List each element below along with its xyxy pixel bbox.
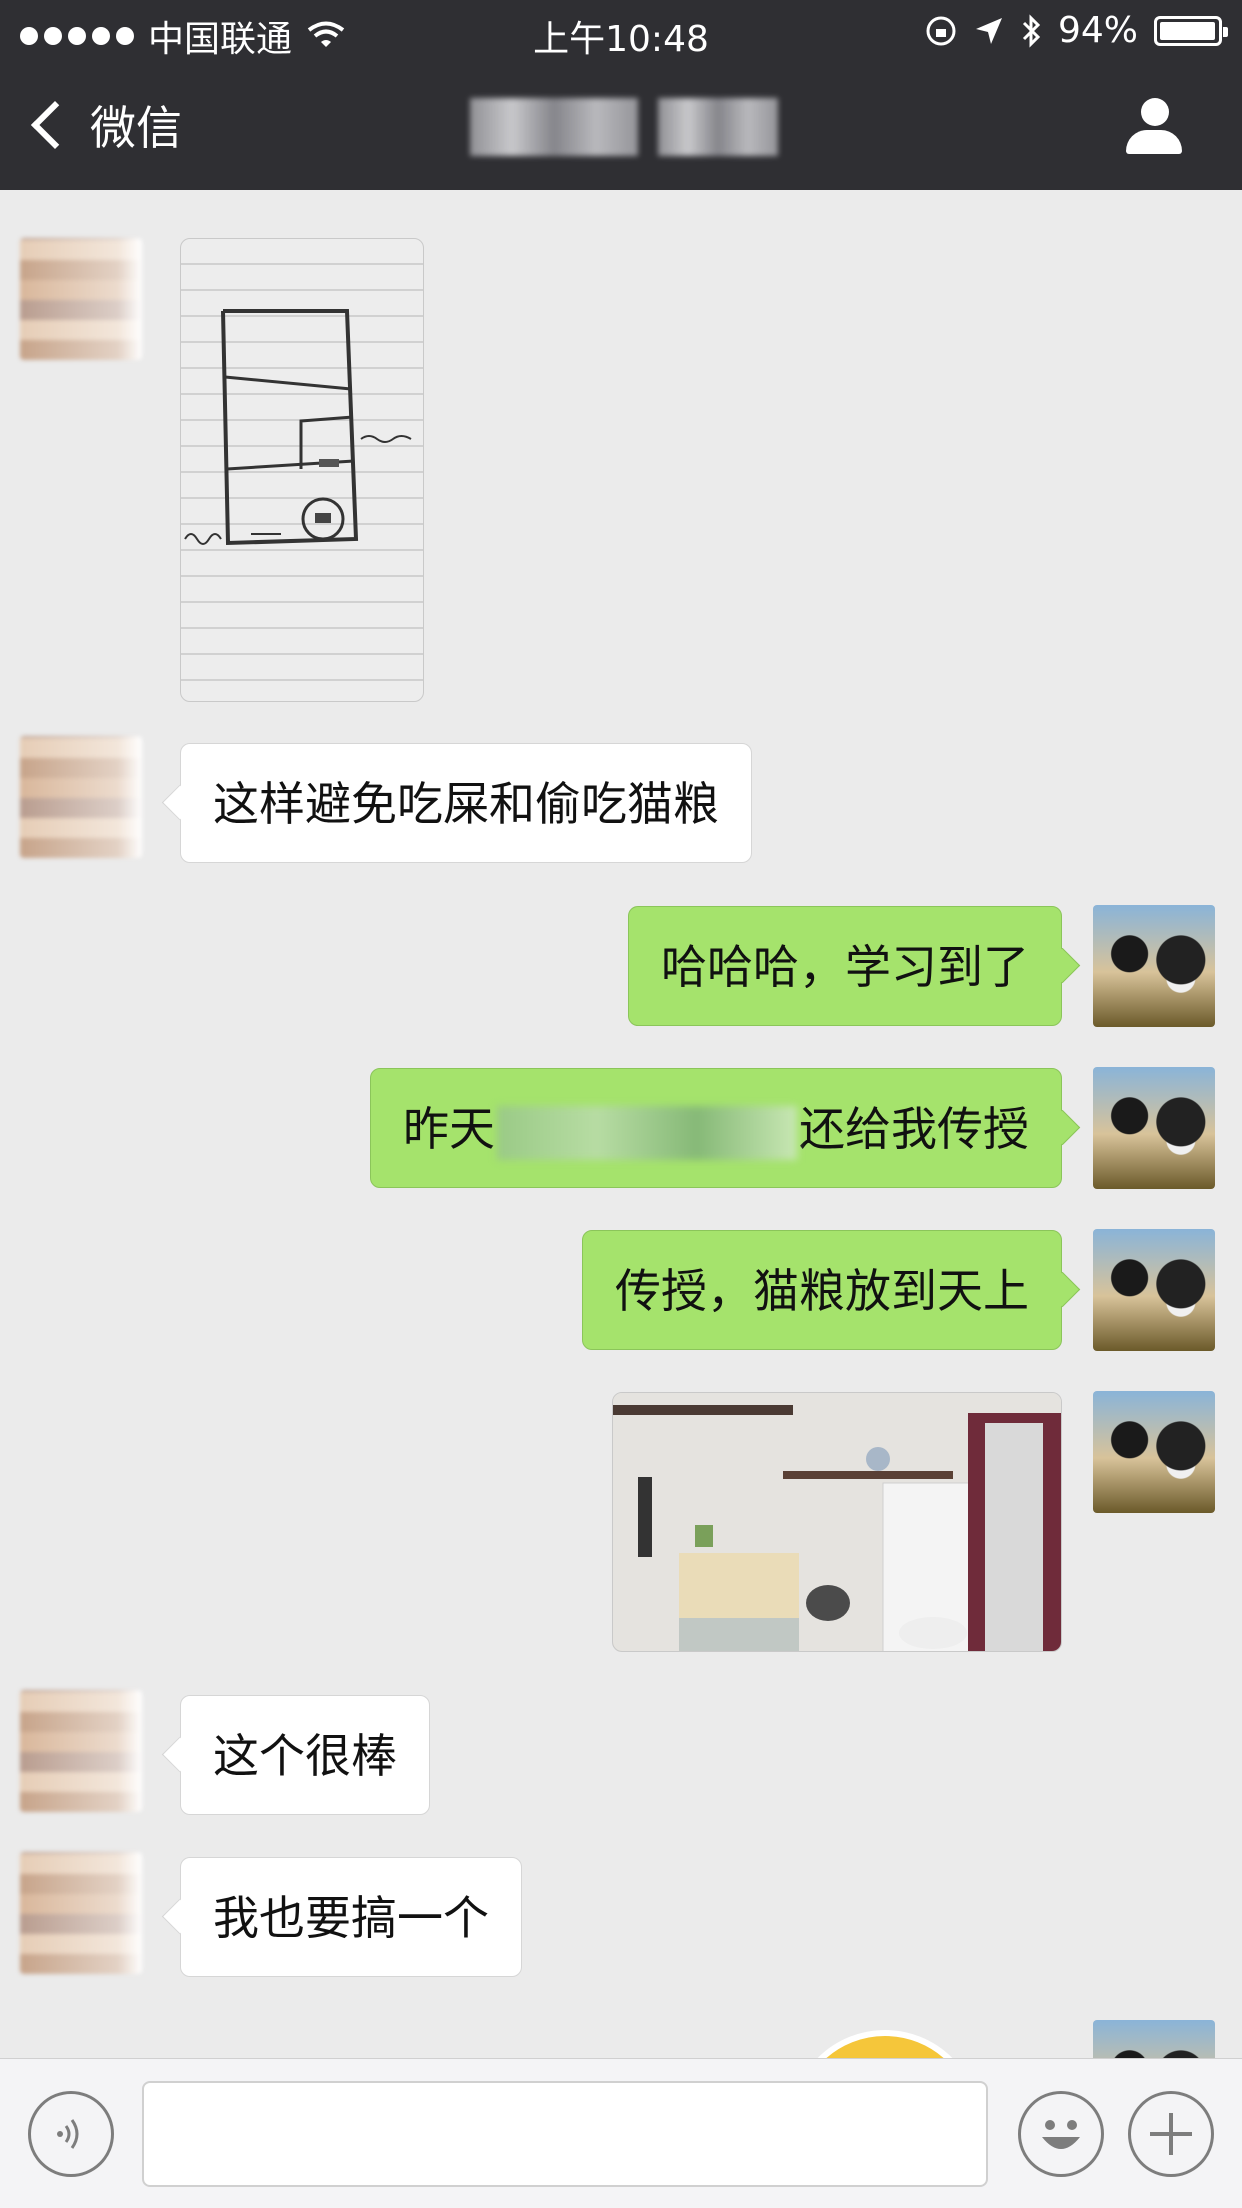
image-message[interactable]: [180, 238, 424, 702]
message-text-end: 还给我传授: [799, 1102, 1029, 1156]
avatar[interactable]: [20, 238, 142, 360]
avatar[interactable]: [1093, 2020, 1215, 2058]
message-text: 我也要搞一个: [213, 1891, 489, 1945]
redacted-text: [497, 1105, 797, 1160]
avatar[interactable]: [20, 1690, 142, 1812]
person-icon[interactable]: [1126, 98, 1184, 156]
message-bubble[interactable]: 传授，猫粮放到天上: [582, 1230, 1062, 1350]
back-button[interactable]: 微信: [30, 92, 182, 158]
chat-area[interactable]: 这样避免吃屎和偷吃猫粮 哈哈哈，学习到了 昨天 还给我传授 传授，猫粮放到天上: [0, 190, 1242, 2058]
room-photo-image: [613, 1393, 1061, 1651]
message-bubble[interactable]: 这个很棒: [180, 1695, 430, 1815]
avatar[interactable]: [20, 1852, 142, 1974]
emoji-button[interactable]: [1018, 2091, 1104, 2177]
status-bar: 中国联通 上午10:48 94%: [0, 0, 1242, 62]
orientation-lock-icon: [926, 16, 956, 45]
message-text: 哈哈哈，学习到了: [661, 940, 1029, 994]
floor-sketch-image: [184, 309, 412, 546]
avatar[interactable]: [20, 736, 142, 858]
top-bar: 中国联通 上午10:48 94% 微信: [0, 0, 1242, 190]
sticker-message[interactable]: [790, 2030, 980, 2058]
chat-title-redacted: [470, 98, 778, 156]
image-message[interactable]: [612, 1392, 1062, 1652]
location-icon: [975, 17, 1002, 44]
nav-bar: 微信: [0, 62, 1242, 190]
avatar[interactable]: [1093, 905, 1215, 1027]
plus-icon: [1150, 2113, 1192, 2155]
avatar[interactable]: [1093, 1229, 1215, 1351]
message-bubble[interactable]: 哈哈哈，学习到了: [628, 906, 1062, 1026]
battery-percent: 94%: [1057, 10, 1138, 51]
more-button[interactable]: [1128, 2091, 1214, 2177]
message-text: 传授，猫粮放到天上: [615, 1264, 1029, 1318]
chevron-left-icon: [30, 100, 80, 150]
voice-button[interactable]: [28, 2091, 114, 2177]
message-text-start: 昨天: [403, 1102, 495, 1156]
message-input[interactable]: [142, 2081, 988, 2187]
bluetooth-icon: [1022, 13, 1041, 48]
emoji-icon: [1042, 2120, 1080, 2149]
message-bubble[interactable]: 昨天 还给我传授: [370, 1068, 1062, 1188]
voice-icon: [57, 2119, 79, 2149]
message-bubble[interactable]: 我也要搞一个: [180, 1857, 522, 1977]
message-text: 这样避免吃屎和偷吃猫粮: [213, 777, 719, 831]
back-label: 微信: [90, 101, 182, 155]
message-text: 这个很棒: [213, 1729, 397, 1783]
avatar[interactable]: [1093, 1391, 1215, 1513]
input-bar: [0, 2058, 1242, 2208]
status-right: 94%: [924, 10, 1228, 51]
battery-icon: [1154, 15, 1228, 46]
message-bubble[interactable]: 这样避免吃屎和偷吃猫粮: [180, 743, 752, 863]
avatar[interactable]: [1093, 1067, 1215, 1189]
